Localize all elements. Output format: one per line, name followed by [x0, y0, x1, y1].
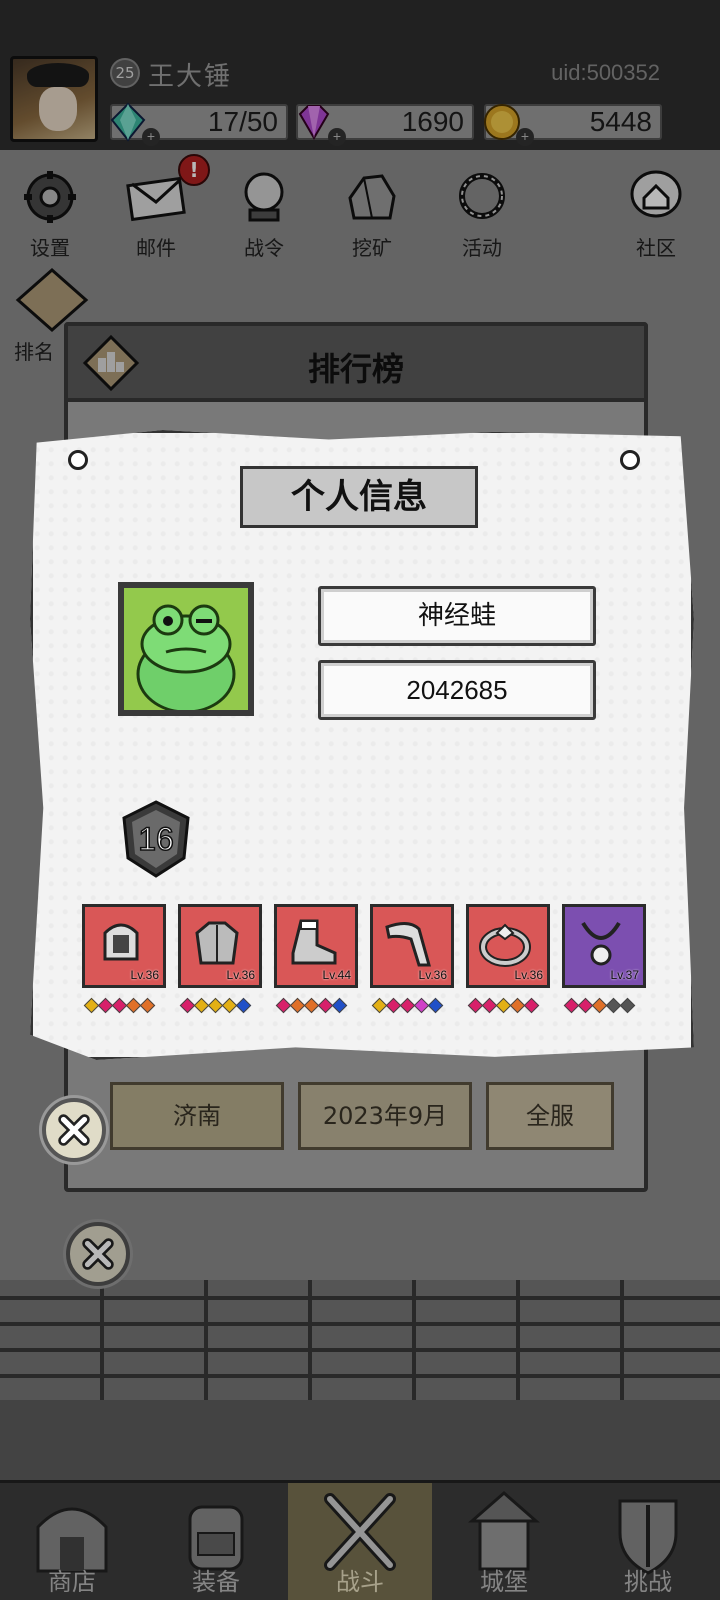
rank-shield-icon: 16 — [122, 800, 190, 878]
close-info-button[interactable] — [42, 1098, 106, 1162]
equip-slot-necklace[interactable]: Lv.37 — [562, 904, 646, 988]
socket-gem — [139, 997, 156, 1014]
socket-gem — [427, 997, 444, 1014]
personal-info-title: 个人信息 — [240, 466, 478, 528]
gem-row-ring — [467, 997, 540, 1014]
equip-level: Lv.36 — [226, 968, 255, 982]
equip-level: Lv.44 — [322, 968, 351, 982]
gem-row-armor — [179, 997, 252, 1014]
gem-row-helmet — [83, 997, 156, 1014]
player-info-name: 神经蛙 — [318, 586, 596, 646]
ring-icon — [479, 923, 531, 967]
socket-gem — [523, 997, 540, 1014]
gem-row-boots — [275, 997, 348, 1014]
equip-level: Lv.36 — [130, 968, 159, 982]
glove-icon — [385, 922, 431, 967]
equip-level: Lv.36 — [418, 968, 447, 982]
equip-slot-boots[interactable]: Lv.44 — [274, 904, 358, 988]
player-info-score: 2042685 — [318, 660, 596, 720]
gem-row-necklace — [563, 997, 636, 1014]
frog-avatar-icon — [136, 604, 236, 710]
rank-level-text: 16 — [138, 821, 174, 857]
socket-gem — [619, 997, 636, 1014]
equip-level: Lv.36 — [514, 968, 543, 982]
gem-row-glove — [371, 997, 444, 1014]
pin-right — [620, 450, 640, 470]
helmet-icon — [103, 923, 139, 961]
boots-icon — [291, 919, 337, 965]
necklace-icon — [581, 921, 621, 966]
equip-slot-armor[interactable]: Lv.36 — [178, 904, 262, 988]
equip-slot-helmet[interactable]: Lv.36 — [82, 904, 166, 988]
armor-icon — [195, 921, 239, 965]
rank-level-badge: 16 — [120, 800, 192, 878]
pin-left — [68, 450, 88, 470]
close-icon — [58, 1114, 90, 1146]
equip-slot-ring[interactable]: Lv.36 — [466, 904, 550, 988]
equip-level: Lv.37 — [610, 968, 639, 982]
socket-gem — [235, 997, 252, 1014]
player-portrait — [118, 582, 254, 716]
equip-slot-glove[interactable]: Lv.36 — [370, 904, 454, 988]
socket-gem — [331, 997, 348, 1014]
